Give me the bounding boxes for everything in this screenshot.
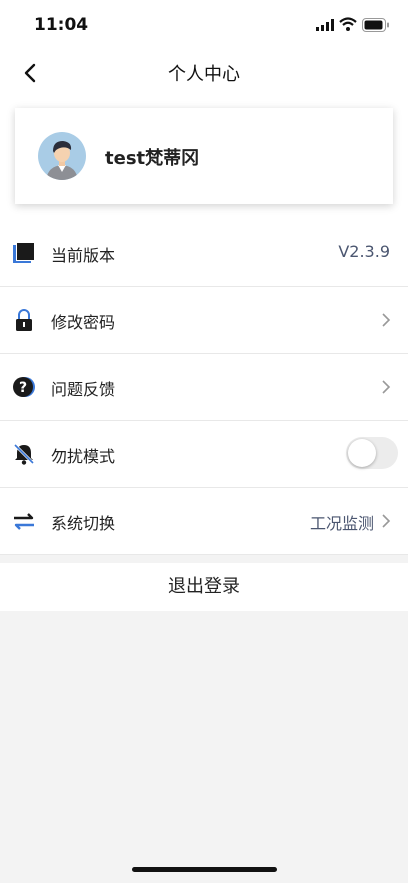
nav-bar: 个人中心 <box>0 50 408 96</box>
system-switch-label: 系统切换 <box>51 514 116 533</box>
dnd-row: 勿扰模式 <box>0 421 408 488</box>
svg-text:?: ? <box>19 380 27 396</box>
avatar-person-icon <box>38 132 86 180</box>
chevron-right-icon <box>382 380 391 394</box>
version-value: V2.3.9 <box>338 242 390 261</box>
page-title: 个人中心 <box>168 64 240 85</box>
dnd-label: 勿扰模式 <box>51 447 116 466</box>
lock-icon <box>16 309 32 331</box>
profile-card[interactable]: test梵蒂冈 <box>15 108 393 204</box>
status-bar: 11:04 <box>0 0 408 50</box>
battery-icon <box>362 18 389 32</box>
chevron-right-icon <box>382 514 391 528</box>
chevron-right-icon <box>382 313 391 327</box>
change-password-row[interactable]: 修改密码 <box>0 287 408 354</box>
system-switch-row[interactable]: 系统切换 工况监测 <box>0 488 408 555</box>
username: test梵蒂冈 <box>105 148 200 169</box>
logout-button[interactable]: 退出登录 <box>0 563 408 611</box>
question-icon: ? <box>13 377 35 397</box>
signal-icon <box>316 19 334 31</box>
dnd-toggle[interactable] <box>346 437 398 469</box>
wifi-icon <box>339 17 357 31</box>
avatar[interactable] <box>38 132 86 180</box>
version-label: 当前版本 <box>51 246 116 265</box>
change-password-label: 修改密码 <box>51 313 116 332</box>
feedback-label: 问题反馈 <box>51 380 116 399</box>
version-row: 当前版本 V2.3.9 <box>0 220 408 287</box>
status-time: 11:04 <box>34 15 89 35</box>
toggle-knob <box>348 439 376 467</box>
version-icon <box>13 242 35 263</box>
feedback-row[interactable]: ? 问题反馈 <box>0 354 408 421</box>
system-switch-value: 工况监测 <box>309 514 374 533</box>
home-indicator <box>132 867 277 872</box>
switch-icon <box>14 513 34 530</box>
bell-off-icon <box>13 443 35 465</box>
